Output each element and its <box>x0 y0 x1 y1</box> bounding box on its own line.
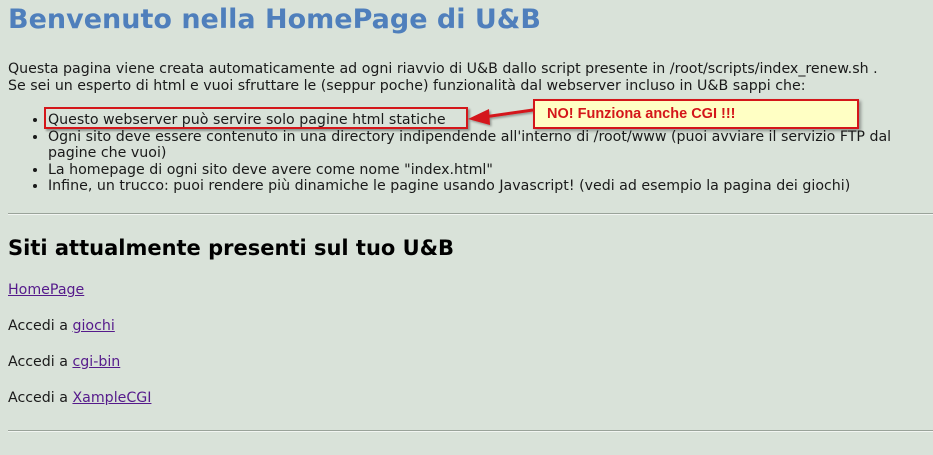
intro-line-2: Se sei un esperto di html e vuoi sfrutta… <box>8 78 806 94</box>
rule-item-site-directory: Ogni sito deve essere contenuto in una d… <box>48 129 933 162</box>
rule-item-javascript-tip: Infine, un trucco: puoi rendere più dina… <box>48 178 933 195</box>
annotation-callout: NO! Funziona anche CGI !!! <box>533 99 859 129</box>
site-line-cgi-bin: Accedi a cgi-bin <box>8 354 120 371</box>
homepage-link[interactable]: HomePage <box>8 282 84 298</box>
divider-bottom <box>8 430 933 432</box>
annotation-callout-text: NO! Funziona anche CGI !!! <box>547 106 736 122</box>
intro-paragraph: Questa pagina viene creata automaticamen… <box>8 61 928 95</box>
intro-line-1: Questa pagina viene creata automaticamen… <box>8 61 878 77</box>
divider-top <box>8 213 933 215</box>
access-prefix: Accedi a <box>8 318 68 334</box>
page-title: Benvenuto nella HomePage di U&B <box>8 4 541 35</box>
site-line-homepage: HomePage <box>8 282 84 299</box>
sites-heading: Siti attualmente presenti sul tuo U&B <box>8 236 455 260</box>
xamplecgi-link[interactable]: XampleCGI <box>72 390 151 406</box>
rule-item-index-name: La homepage di ogni sito deve avere come… <box>48 162 933 179</box>
giochi-link[interactable]: giochi <box>72 318 114 334</box>
site-line-xamplecgi: Accedi a XampleCGI <box>8 390 151 407</box>
access-prefix: Accedi a <box>8 390 68 406</box>
site-line-giochi: Accedi a giochi <box>8 318 115 335</box>
cgi-bin-link[interactable]: cgi-bin <box>72 354 120 370</box>
page: Benvenuto nella HomePage di U&B Questa p… <box>0 0 933 455</box>
access-prefix: Accedi a <box>8 354 68 370</box>
